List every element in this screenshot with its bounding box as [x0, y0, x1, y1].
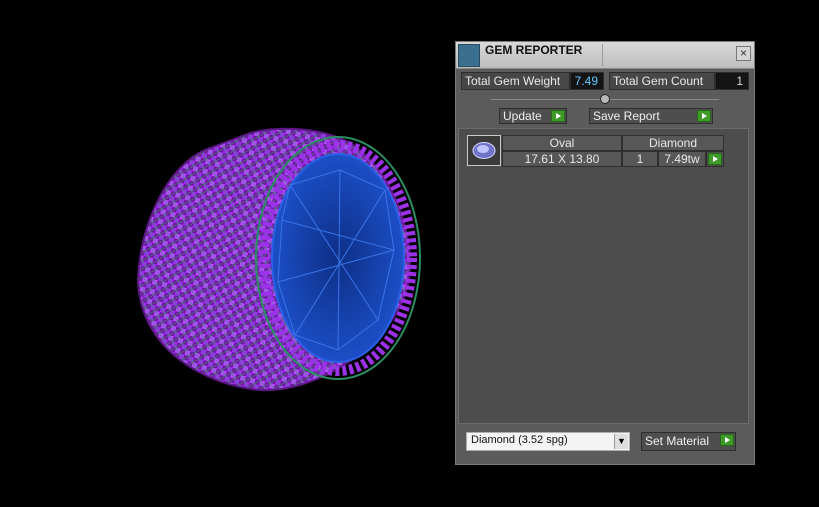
play-arrow-icon	[708, 153, 722, 165]
play-arrow-icon	[720, 434, 734, 446]
title-separator	[602, 44, 603, 66]
chevron-down-icon[interactable]: ▼	[614, 434, 628, 449]
play-arrow-icon	[697, 110, 711, 122]
gem-thumbnail[interactable]	[467, 135, 501, 166]
material-select-value: Diamond (3.52 spg)	[471, 434, 568, 446]
gem-row-action-button[interactable]	[706, 151, 724, 167]
total-gem-count-label: Total Gem Count	[609, 72, 715, 90]
update-label: Update	[503, 109, 542, 123]
ring-model	[136, 127, 421, 392]
3d-viewport[interactable]	[0, 0, 455, 502]
total-gem-weight-value: 7.49	[570, 72, 604, 90]
gem-reporter-panel: GEM REPORTER × Total Gem Weight 7.49 Tot…	[455, 41, 755, 465]
total-gem-count-value: 1	[715, 72, 749, 90]
title-bar[interactable]: GEM REPORTER ×	[456, 42, 754, 69]
total-gem-weight-label: Total Gem Weight	[461, 72, 570, 90]
play-arrow-icon	[551, 110, 565, 122]
gem-shape-cell: Oval	[502, 135, 622, 151]
gem-reporter-icon	[458, 44, 480, 67]
gem-size-cell: 17.61 X 13.80	[502, 151, 622, 167]
save-report-label: Save Report	[593, 109, 660, 123]
save-report-button[interactable]: Save Report	[589, 108, 713, 124]
close-button[interactable]: ×	[736, 46, 751, 61]
set-material-label: Set Material	[645, 434, 710, 448]
gem-list[interactable]: Oval Diamond 17.61 X 13.80 1 7.49tw	[458, 128, 749, 424]
gem-weight-cell: 7.49tw	[658, 151, 706, 167]
close-icon: ×	[739, 46, 747, 60]
window-title: GEM REPORTER	[485, 43, 583, 57]
set-material-button[interactable]: Set Material	[641, 432, 736, 451]
material-select[interactable]: Diamond (3.52 spg) ▼	[466, 432, 630, 451]
gem-qty-cell: 1	[622, 151, 658, 167]
slider-handle[interactable]	[600, 94, 610, 104]
update-button[interactable]: Update	[499, 108, 567, 124]
gem-material-cell: Diamond	[622, 135, 724, 151]
